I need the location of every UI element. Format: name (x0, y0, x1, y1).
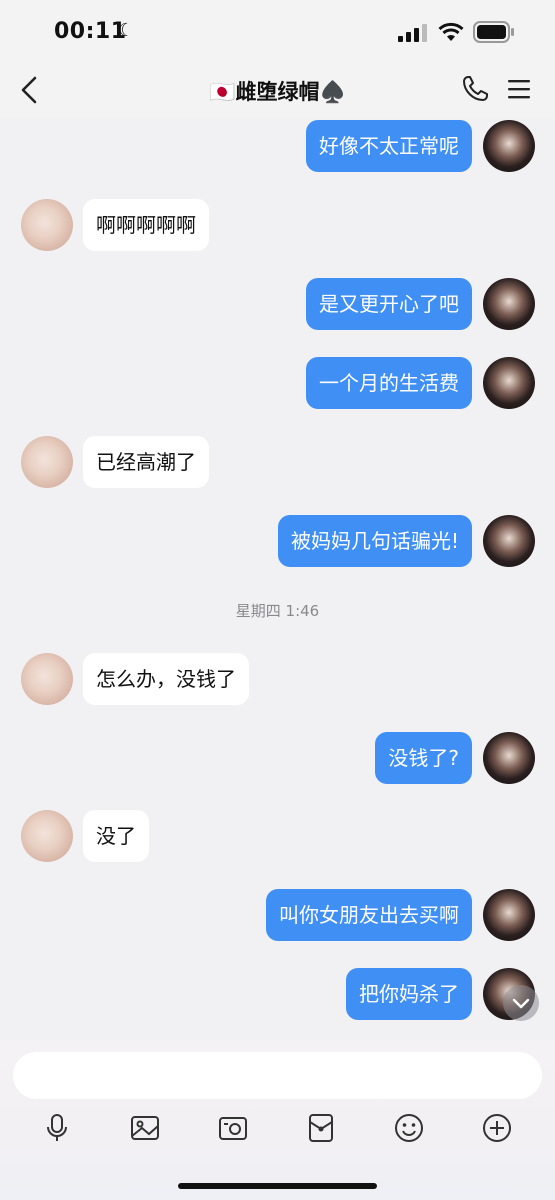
message-bubble[interactable]: 一个月的生活费 (306, 357, 472, 409)
emoji-icon[interactable] (393, 1112, 425, 1144)
message-bubble[interactable]: 叫你女朋友出去买啊 (266, 889, 472, 941)
message-bubble[interactable]: 被妈妈几句话骗光! (277, 515, 472, 567)
avatar[interactable] (483, 515, 535, 567)
avatar[interactable] (483, 278, 535, 330)
red-packet-icon[interactable] (305, 1112, 337, 1144)
menu-icon[interactable] (507, 78, 531, 100)
chat-header: 🇯🇵雌堕绿帽♠️ (0, 66, 555, 118)
status-time: 00:11 (54, 19, 127, 44)
message-list[interactable]: 好像不太正常呢 啊啊啊啊啊 是又更开心了吧 一个月的生活费 已经高潮了 被妈妈几… (0, 118, 555, 1040)
camera-icon[interactable] (217, 1112, 249, 1144)
message-bubble[interactable]: 啊啊啊啊啊 (83, 199, 209, 251)
message-bubble[interactable]: 是又更开心了吧 (306, 278, 472, 330)
message-bubble[interactable]: 没钱了? (375, 732, 472, 784)
avatar[interactable] (21, 810, 73, 862)
home-indicator (178, 1183, 377, 1189)
chevron-down-icon (512, 998, 530, 1009)
phone-icon[interactable] (460, 74, 490, 104)
status-bar: 00:11 ☾ (0, 0, 555, 66)
avatar[interactable] (483, 357, 535, 409)
message-bubble[interactable]: 已经高潮了 (83, 436, 209, 488)
avatar[interactable] (483, 120, 535, 172)
message-bubble[interactable]: 好像不太正常呢 (306, 120, 472, 172)
moon-icon: ☾ (118, 20, 135, 41)
composer (0, 1040, 555, 1200)
message-input[interactable] (13, 1052, 542, 1099)
avatar[interactable] (483, 732, 535, 784)
message-timestamp: 星期四 1:46 (235, 602, 320, 620)
image-icon[interactable] (129, 1112, 161, 1144)
message-bubble[interactable]: 把你妈杀了 (346, 968, 472, 1020)
scroll-to-bottom-button[interactable] (503, 985, 539, 1021)
avatar[interactable] (21, 436, 73, 488)
message-bubble[interactable]: 没了 (83, 810, 149, 862)
message-bubble[interactable]: 怎么办，没钱了 (83, 653, 249, 705)
avatar[interactable] (21, 653, 73, 705)
battery-icon (473, 21, 514, 43)
microphone-icon[interactable] (41, 1112, 73, 1144)
plus-icon[interactable] (481, 1112, 513, 1144)
wifi-icon (438, 22, 464, 41)
signal-icon (398, 24, 427, 42)
avatar[interactable] (21, 199, 73, 251)
avatar[interactable] (483, 889, 535, 941)
